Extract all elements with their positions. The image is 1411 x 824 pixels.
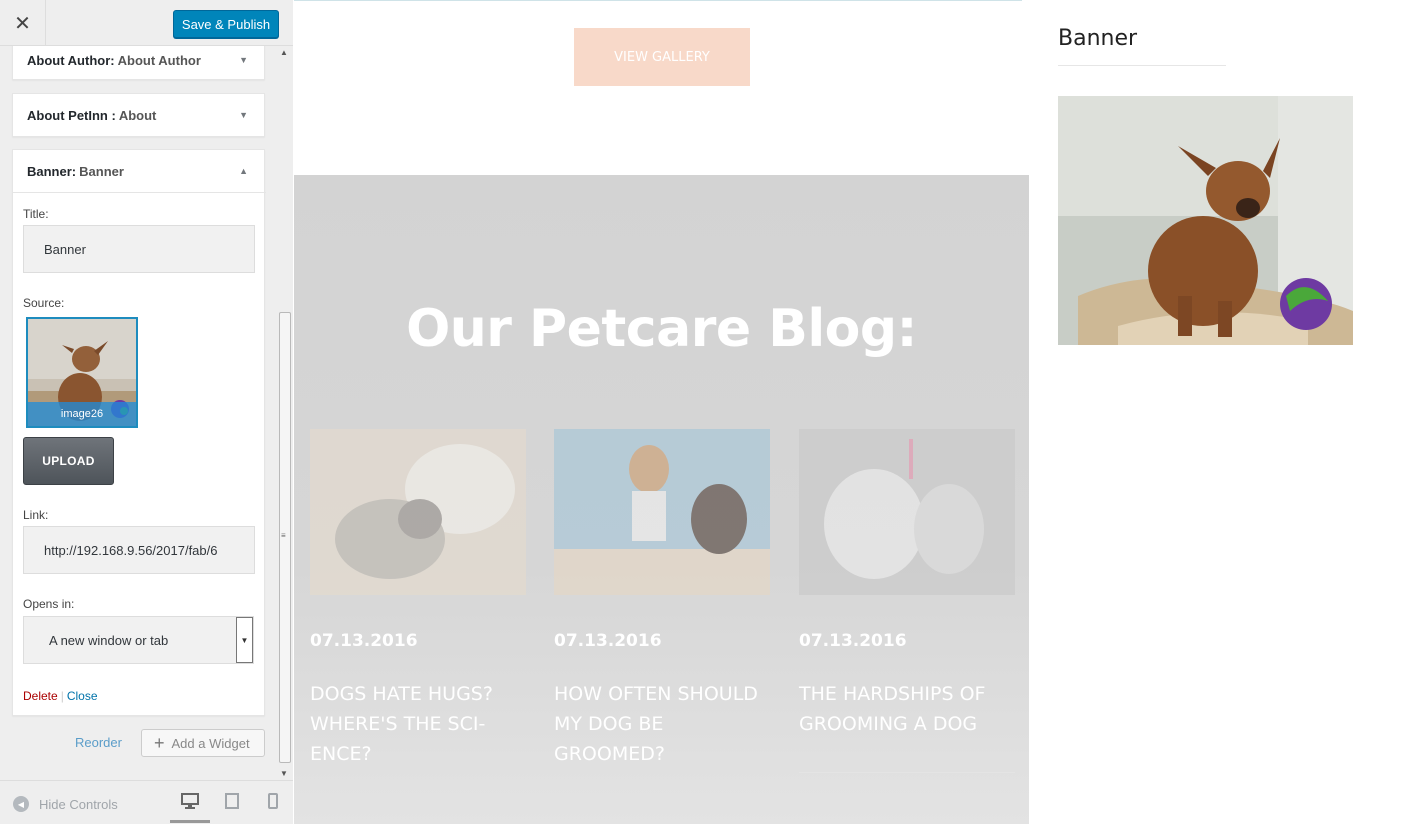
link-label: Link: (23, 508, 49, 522)
title-input[interactable]: Banner (23, 225, 255, 273)
action-separator: | (60, 689, 64, 703)
collapse-arrow-icon[interactable]: ▲ (239, 166, 248, 176)
post-image[interactable] (554, 429, 770, 595)
opens-in-value: A new window or tab (49, 632, 169, 648)
blog-title: Our Petcare Blog: (406, 299, 917, 359)
post-title[interactable]: DOGS HATE HUGS? WHERE'S THE SCI-ENCE? (310, 679, 526, 769)
expand-arrow-icon[interactable]: ▼ (239, 55, 248, 65)
desktop-icon (181, 793, 199, 809)
shihtzu-image (799, 429, 1015, 595)
widget-header[interactable]: About Author: About Author ▼ (13, 46, 264, 81)
cat-dog-image (310, 429, 526, 595)
tablet-preview-button[interactable] (212, 793, 252, 823)
post-image[interactable] (310, 429, 526, 595)
opens-in-select[interactable]: A new window or tab ▼ (23, 616, 254, 664)
widget-name: About PetInn (27, 107, 112, 123)
blog-post-card[interactable]: 07.13.2016 THE HARDSHIPS OF GROOMING A D… (799, 429, 1015, 739)
divider (1058, 65, 1226, 66)
opens-in-label: Opens in: (23, 597, 75, 611)
post-title[interactable]: HOW OFTEN SHOULD MY DOG BE GROOMED? (554, 679, 770, 769)
sidebar-scrollbar[interactable]: ▲ ≡ ▼ (277, 46, 293, 780)
add-widget-button[interactable]: + Add a Widget (141, 729, 265, 757)
source-image-thumbnail[interactable]: image26 (26, 317, 138, 428)
widget-subtitle: Banner (79, 163, 124, 179)
hide-controls-label: Hide Controls (39, 796, 118, 812)
banner-image[interactable] (1058, 96, 1353, 345)
tablet-icon (225, 793, 239, 809)
add-widget-label: Add a Widget (171, 735, 250, 751)
close-customizer-button[interactable]: ✕ (0, 0, 46, 46)
close-link[interactable]: Close (67, 689, 98, 703)
divider (294, 0, 1022, 1)
divider (799, 772, 1015, 773)
mobile-icon (268, 793, 278, 809)
scrollbar-thumb[interactable]: ≡ (279, 312, 291, 763)
blog-post-card[interactable]: 07.13.2016 DOGS HATE HUGS? WHERE'S THE S… (310, 429, 526, 769)
post-image[interactable] (799, 429, 1015, 595)
delete-link[interactable]: Delete (23, 689, 58, 703)
image-caption: image26 (28, 402, 136, 426)
widget-name: Banner (27, 163, 72, 179)
close-icon: ✕ (14, 12, 31, 35)
grip-icon: ≡ (281, 531, 286, 540)
banner-widget-title: Banner (1058, 26, 1138, 51)
scroll-up-icon[interactable]: ▲ (280, 48, 288, 57)
widget-list: About Author: About Author ▼ About PetIn… (0, 46, 293, 780)
hide-controls-button[interactable]: ◀ Hide Controls (13, 796, 118, 812)
scroll-down-icon[interactable]: ▼ (280, 769, 288, 778)
customizer-sidebar: ✕ Save & Publish About Author: About Aut… (0, 0, 293, 824)
blog-section: Our Petcare Blog: 07.13.2016 DOGS HATE H… (294, 175, 1029, 824)
blog-post-card[interactable]: 07.13.2016 HOW OFTEN SHOULD MY DOG BE GR… (554, 429, 770, 769)
widget-sep: : (110, 52, 115, 68)
source-label: Source: (23, 296, 65, 310)
widget-sep: : (111, 107, 116, 123)
collapse-icon: ◀ (13, 796, 29, 812)
desktop-preview-button[interactable] (170, 793, 210, 823)
post-date: 07.13.2016 (310, 631, 418, 651)
woman-dog-image (554, 429, 770, 595)
widget-banner: Banner: Banner ▲ Title: Banner Source: i… (12, 149, 266, 716)
link-input[interactable]: http://192.168.9.56/2017/fab/6 (23, 526, 255, 574)
plus-icon: + (154, 733, 165, 753)
mobile-preview-button[interactable] (253, 793, 293, 823)
customizer-header: ✕ Save & Publish (0, 0, 293, 46)
view-gallery-button[interactable]: VIEW GALLERY (574, 28, 750, 86)
reorder-link[interactable]: Reorder (75, 735, 122, 750)
chevron-down-icon[interactable]: ▼ (236, 617, 253, 663)
widget-sep: : (71, 163, 77, 179)
banner-widget-form: Title: Banner Source: image26 UPLOAD Lin… (13, 192, 266, 716)
post-date: 07.13.2016 (554, 631, 662, 651)
widget-subtitle: About (118, 107, 157, 123)
widget-actions: Delete | Close (23, 689, 98, 703)
widget-about-petinn[interactable]: About PetInn : About ▼ (12, 93, 265, 137)
expand-arrow-icon[interactable]: ▼ (239, 110, 248, 120)
widget-header[interactable]: Banner: Banner ▲ (13, 150, 264, 192)
save-publish-button[interactable]: Save & Publish (173, 10, 279, 38)
upload-button[interactable]: UPLOAD (23, 437, 114, 485)
post-title[interactable]: THE HARDSHIPS OF GROOMING A DOG (799, 679, 1015, 739)
widget-subtitle: About Author (117, 52, 201, 68)
title-label: Title: (23, 207, 49, 221)
widget-name: About Author (27, 52, 111, 68)
widget-header[interactable]: About PetInn : About ▼ (13, 94, 264, 136)
customizer-footer: ◀ Hide Controls (0, 780, 293, 824)
site-preview: VIEW GALLERY Our Petcare Blog: 07.13.201… (294, 0, 1411, 824)
puppy-image (1058, 96, 1353, 345)
post-date: 07.13.2016 (799, 631, 907, 651)
widget-about-author[interactable]: About Author: About Author ▼ (12, 46, 265, 80)
